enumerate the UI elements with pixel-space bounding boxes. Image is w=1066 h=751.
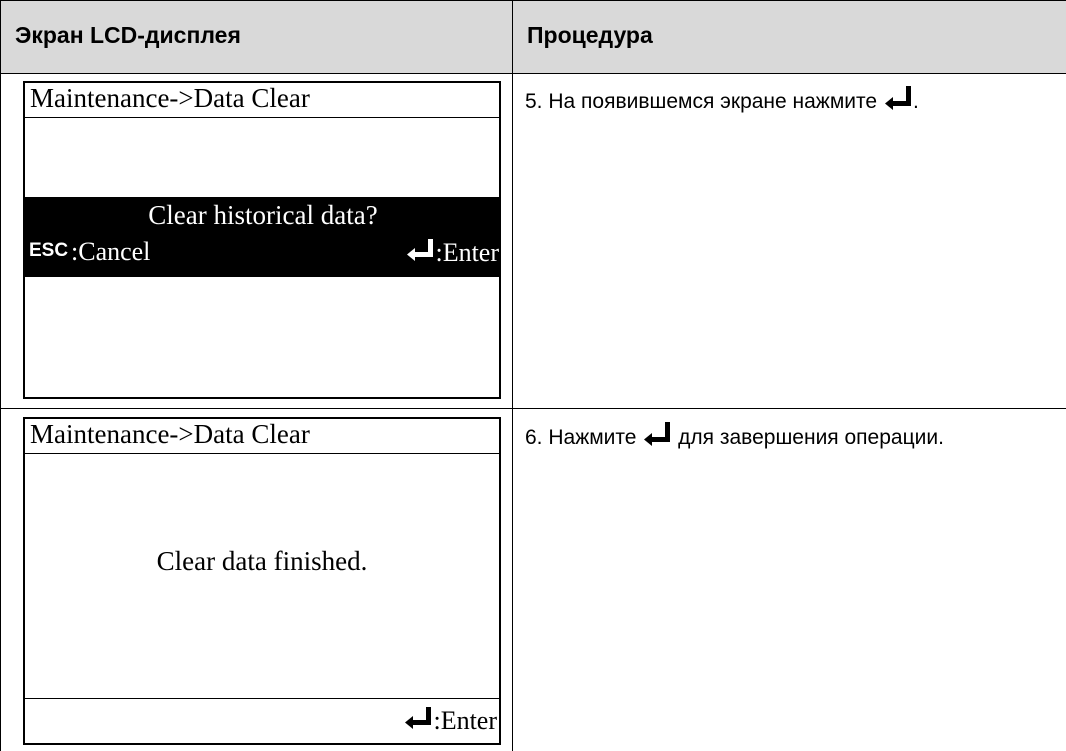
lcd-title: Maintenance->Data Clear	[30, 83, 310, 113]
lcd-title-rule	[25, 117, 499, 118]
step-6-suffix: для завершения операции.	[672, 426, 944, 449]
header-lcd-label: Экран LCD-дисплея	[15, 22, 241, 48]
procedure-step-6: 6. Нажмите для завершения операции.	[525, 422, 945, 452]
confirm-dialog: Clear historical data? ESC :Cancel :Ente…	[25, 197, 499, 277]
dialog-question: Clear historical data?	[148, 200, 378, 230]
lcd-footer-rule	[25, 698, 499, 699]
lcd-screen-confirm: Maintenance->Data Clear Clear historical…	[23, 81, 501, 399]
table-border-top	[0, 0, 1066, 1]
header-procedure-label: Процедура	[527, 22, 653, 48]
table-header-lcd: Экран LCD-дисплея	[0, 0, 512, 73]
dialog-enter-action: :Enter	[405, 237, 499, 268]
enter-key-icon	[644, 422, 671, 446]
step-6-text: 6. Нажмите	[525, 426, 643, 449]
enter-label: :Enter	[435, 238, 499, 267]
lcd-title: Maintenance->Data Clear	[30, 419, 310, 449]
enter-label: :Enter	[433, 706, 497, 735]
table-header-procedure: Процедура	[512, 0, 1066, 73]
procedure-table: Экран LCD-дисплея Процедура Maintenance-…	[0, 0, 1066, 751]
step-5-suffix: .	[912, 90, 919, 113]
finished-message: Clear data finished.	[156, 546, 368, 576]
esc-key-label: ESC	[29, 240, 69, 261]
enter-key-icon	[884, 86, 911, 110]
lcd-screen-finished: Maintenance->Data Clear Clear data finis…	[23, 417, 501, 745]
cancel-label: :Cancel	[71, 237, 151, 266]
table-rule-row	[0, 408, 1066, 409]
dialog-actions: ESC :Cancel :Enter	[25, 237, 499, 271]
footer-enter-action: :Enter	[403, 705, 497, 736]
enter-key-icon	[405, 707, 432, 729]
table-border-left	[0, 0, 1, 751]
enter-key-icon	[407, 239, 434, 261]
table-rule-header	[0, 73, 1066, 74]
lcd-title-rule	[25, 453, 499, 454]
step-5-text: 5. На появившемся экране нажмите	[525, 90, 883, 113]
procedure-step-5: 5. На появившемся экране нажмите .	[525, 86, 1065, 116]
table-column-divider	[512, 0, 513, 751]
